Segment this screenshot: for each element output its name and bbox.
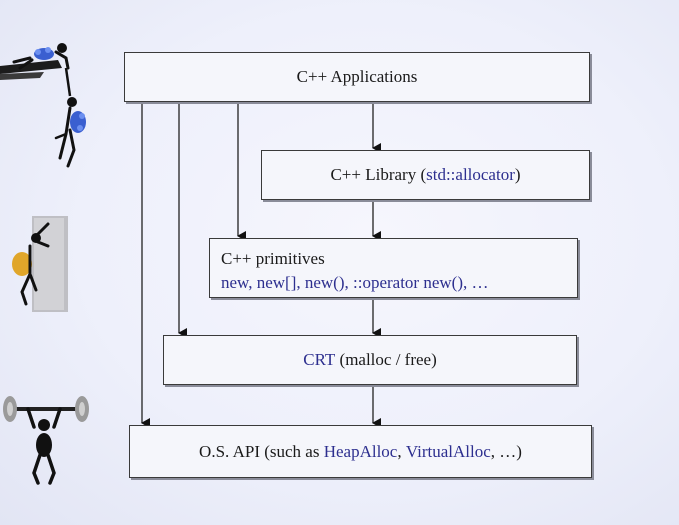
library-box: C++ Library (std::allocator) [261,150,590,200]
os-prefix: O.S. API (such as [199,441,324,461]
primitives-box: C++ primitives new, new[], new(), ::oper… [209,238,578,298]
crt-rest: (malloc / free) [335,350,437,369]
library-prefix: C++ Library ( [330,165,427,184]
library-highlight: std::allocator [426,165,515,184]
library-suffix: ) [514,165,521,184]
os-suffix: , …) [490,441,522,461]
os-api-box: O.S. API (such as HeapAlloc, VirtualAllo… [129,425,592,478]
crt-box: CRT (malloc / free) [163,335,577,385]
os-highlight-virtualalloc: VirtualAlloc [405,441,491,461]
primitives-items: new, new[], new(), ::operator new(), … [221,273,489,292]
os-sep: , [397,441,406,461]
climbers-icon [0,43,86,168]
apps-box: C++ Applications [124,52,590,102]
os-highlight-heapalloc: HeapAlloc [323,441,398,461]
apps-label: C++ Applications [296,67,418,86]
primitives-title: C++ primitives [221,249,325,268]
weightlifter-icon [3,396,89,485]
crt-highlight: CRT [303,350,336,369]
rock-climber-icon [12,216,68,312]
